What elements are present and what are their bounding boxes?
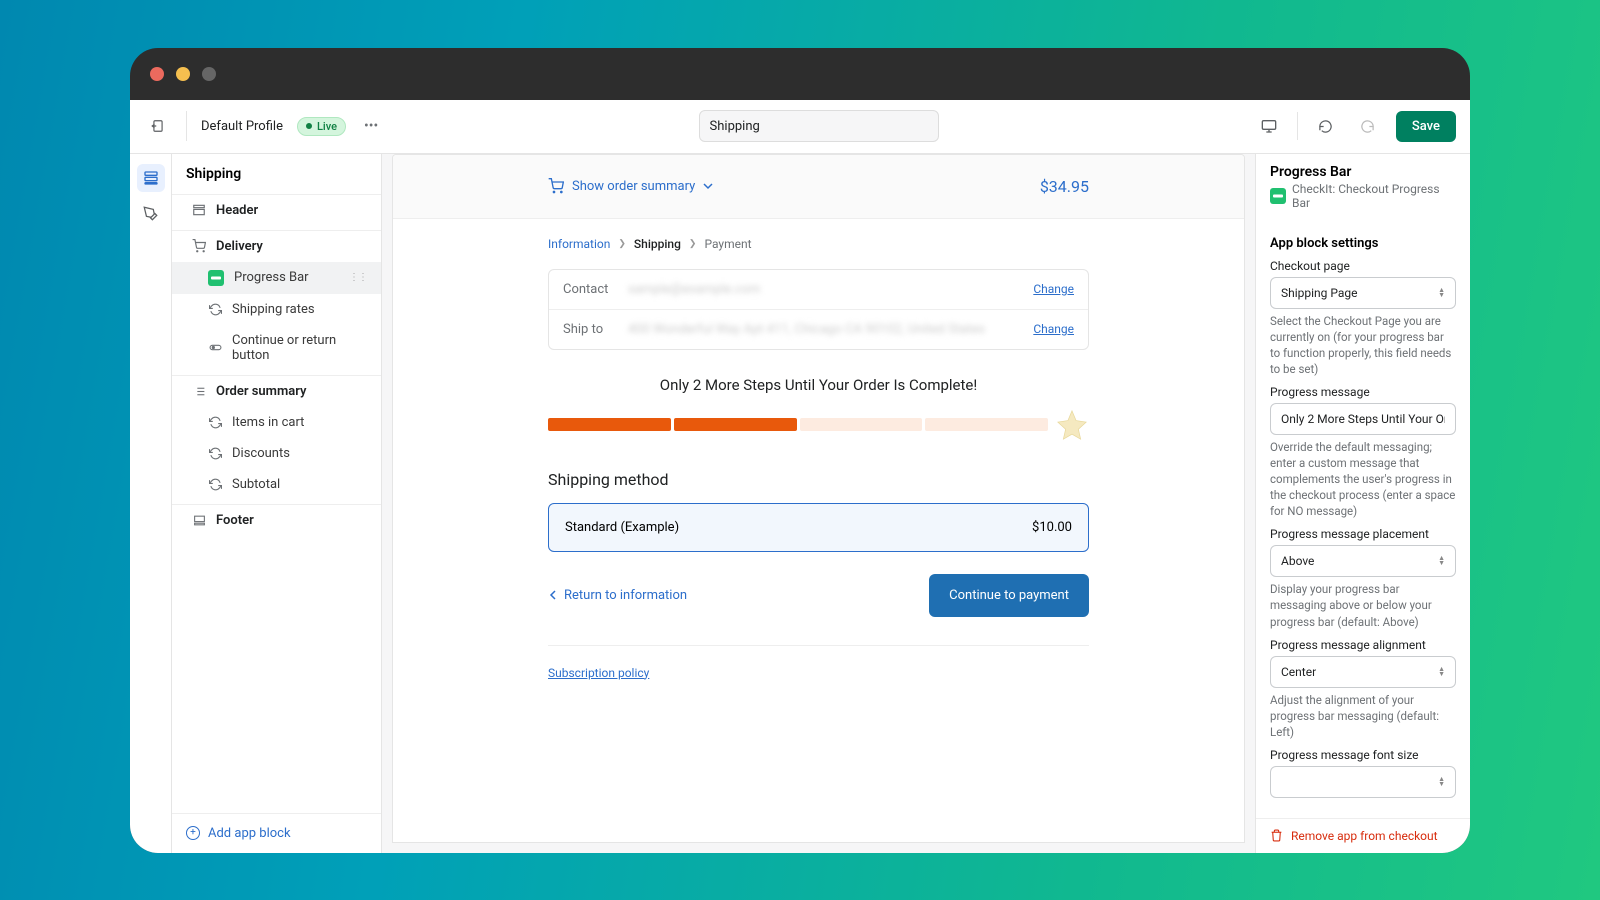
sidebar-item-header[interactable]: Header bbox=[172, 195, 381, 226]
rail bbox=[130, 154, 172, 853]
refresh-icon bbox=[208, 446, 222, 460]
save-button[interactable]: Save bbox=[1396, 111, 1456, 142]
progress-segment-3 bbox=[800, 418, 923, 431]
shipto-value: 400 Wonderful Way Apt 411, Chicago CA 90… bbox=[628, 322, 1033, 337]
crumb-payment: Payment bbox=[704, 237, 751, 251]
redo-icon[interactable] bbox=[1354, 112, 1382, 140]
contact-info-card: Contact sample@example.com Change Ship t… bbox=[548, 269, 1089, 350]
select-chevron-icon: ▲▼ bbox=[1438, 556, 1445, 566]
header-icon bbox=[192, 203, 206, 217]
chevron-left-icon bbox=[548, 590, 558, 600]
profile-name: Default Profile bbox=[201, 119, 283, 134]
progress-message-input[interactable] bbox=[1270, 403, 1456, 435]
plus-icon: + bbox=[186, 826, 200, 840]
chevron-down-icon bbox=[703, 181, 713, 191]
placement-select[interactable]: Above ▲▼ bbox=[1270, 545, 1456, 577]
shipping-option[interactable]: Standard (Example) $10.00 bbox=[548, 503, 1089, 552]
app-icon bbox=[208, 270, 224, 286]
minimize-dot[interactable] bbox=[176, 67, 190, 81]
breadcrumb: Information ❯ Shipping ❯ Payment bbox=[548, 237, 1089, 251]
sidebar: Shipping Header Delivery bbox=[172, 154, 382, 853]
maximize-dot[interactable] bbox=[202, 67, 216, 81]
fontsize-label: Progress message font size bbox=[1270, 748, 1456, 762]
change-contact-link[interactable]: Change bbox=[1033, 282, 1074, 296]
live-badge: Live bbox=[297, 117, 346, 136]
progress-segment-1 bbox=[548, 418, 671, 431]
sidebar-item-progress-bar[interactable]: Progress Bar ⋮⋮ bbox=[172, 262, 381, 294]
fontsize-select[interactable]: ▲▼ bbox=[1270, 766, 1456, 798]
order-total: $34.95 bbox=[1040, 177, 1089, 196]
progress-message-help: Override the default messaging; enter a … bbox=[1270, 439, 1456, 519]
checkout-page-help: Select the Checkout Page you are current… bbox=[1270, 313, 1456, 377]
sidebar-item-order-summary[interactable]: Order summary bbox=[172, 376, 381, 407]
shipping-method-heading: Shipping method bbox=[548, 470, 1089, 489]
return-link[interactable]: Return to information bbox=[548, 588, 687, 603]
change-shipto-link[interactable]: Change bbox=[1033, 322, 1074, 336]
star-icon bbox=[1055, 408, 1089, 442]
progress-message-label: Progress message bbox=[1270, 385, 1456, 399]
subscription-policy-link[interactable]: Subscription policy bbox=[548, 666, 649, 680]
desktop-view-icon[interactable] bbox=[1255, 112, 1283, 140]
settings-heading: App block settings bbox=[1270, 236, 1456, 251]
sidebar-item-continue-return[interactable]: Continue or return button bbox=[172, 325, 381, 371]
sidebar-item-discounts[interactable]: Discounts bbox=[172, 438, 381, 469]
trash-icon bbox=[1270, 829, 1283, 842]
progress-message: Only 2 More Steps Until Your Order Is Co… bbox=[548, 376, 1089, 394]
continue-button[interactable]: Continue to payment bbox=[929, 574, 1089, 617]
checkout-page-label: Checkout page bbox=[1270, 259, 1456, 273]
page-selector[interactable]: Shipping bbox=[699, 110, 939, 142]
alignment-label: Progress message alignment bbox=[1270, 638, 1456, 652]
select-chevron-icon: ▲▼ bbox=[1438, 288, 1445, 298]
undo-icon[interactable] bbox=[1312, 112, 1340, 140]
chevron-right-icon: ❯ bbox=[618, 239, 626, 249]
footer-icon bbox=[192, 513, 206, 527]
crumb-shipping: Shipping bbox=[634, 237, 681, 251]
preview-area: Show order summary $34.95 Information ❯ … bbox=[382, 154, 1255, 853]
list-icon bbox=[192, 384, 206, 398]
alignment-help: Adjust the alignment of your progress ba… bbox=[1270, 692, 1456, 740]
chevron-right-icon: ❯ bbox=[689, 239, 697, 249]
rail-theme-icon[interactable] bbox=[137, 200, 165, 228]
contact-label: Contact bbox=[563, 282, 628, 297]
cart-icon bbox=[192, 239, 206, 253]
sidebar-item-delivery[interactable]: Delivery bbox=[172, 231, 381, 262]
sidebar-item-footer[interactable]: Footer bbox=[172, 505, 381, 536]
progress-segment-4 bbox=[925, 418, 1048, 431]
refresh-icon bbox=[208, 302, 222, 316]
refresh-icon bbox=[208, 477, 222, 491]
more-menu[interactable]: ••• bbox=[360, 114, 382, 138]
remove-app-button[interactable]: Remove app from checkout bbox=[1256, 818, 1470, 853]
refresh-icon bbox=[208, 415, 222, 429]
add-app-block-button[interactable]: + Add app block bbox=[172, 813, 381, 853]
contact-value: sample@example.com bbox=[628, 282, 1033, 297]
sidebar-item-items-in-cart[interactable]: Items in cart bbox=[172, 407, 381, 438]
sidebar-title: Shipping bbox=[172, 154, 381, 195]
exit-icon[interactable] bbox=[144, 112, 172, 140]
cart-icon bbox=[548, 178, 564, 194]
close-dot[interactable] bbox=[150, 67, 164, 81]
select-chevron-icon: ▲▼ bbox=[1438, 667, 1445, 677]
drag-handle-icon[interactable]: ⋮⋮ bbox=[349, 272, 367, 283]
app-name: CheckIt: Checkout Progress Bar bbox=[1292, 182, 1456, 210]
placement-label: Progress message placement bbox=[1270, 527, 1456, 541]
app-icon bbox=[1270, 188, 1286, 204]
sidebar-item-shipping-rates[interactable]: Shipping rates bbox=[172, 294, 381, 325]
shipto-label: Ship to bbox=[563, 322, 628, 337]
progress-bar bbox=[548, 408, 1089, 442]
window-titlebar bbox=[130, 48, 1470, 100]
checkout-page-select[interactable]: Shipping Page ▲▼ bbox=[1270, 277, 1456, 309]
inspector-panel: Progress Bar CheckIt: Checkout Progress … bbox=[1255, 154, 1470, 853]
rail-sections-icon[interactable] bbox=[137, 164, 165, 192]
progress-segment-2 bbox=[674, 418, 797, 431]
sidebar-item-subtotal[interactable]: Subtotal bbox=[172, 469, 381, 500]
inspector-title: Progress Bar bbox=[1256, 154, 1470, 182]
show-order-summary-toggle[interactable]: Show order summary bbox=[548, 178, 713, 194]
crumb-information[interactable]: Information bbox=[548, 237, 610, 251]
placement-help: Display your progress bar messaging abov… bbox=[1270, 581, 1456, 629]
topbar: Default Profile Live ••• Shipping Save bbox=[130, 100, 1470, 154]
button-icon bbox=[208, 341, 222, 355]
select-chevron-icon: ▲▼ bbox=[1438, 777, 1445, 787]
alignment-select[interactable]: Center ▲▼ bbox=[1270, 656, 1456, 688]
